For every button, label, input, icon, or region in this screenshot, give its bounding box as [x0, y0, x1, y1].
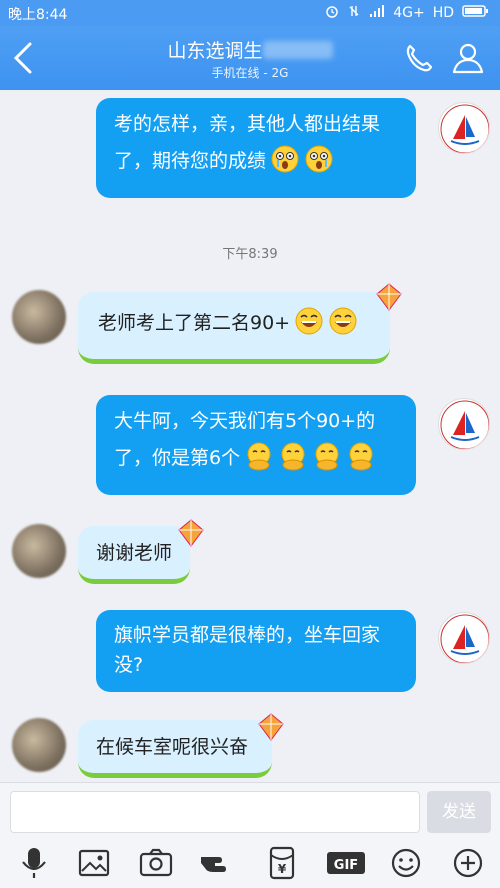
avatar[interactable]: [438, 102, 490, 154]
gif-button[interactable]: GIF: [324, 845, 368, 881]
chevron-left-icon: [13, 42, 32, 74]
message-bubble-outgoing[interactable]: 旗帜学员都是很棒的，坐车回家 没?: [96, 610, 416, 692]
message-text: 老师考上了第二名90+: [98, 312, 291, 334]
composer-toolbar: ¥ GIF: [0, 845, 500, 885]
alarm-icon: [325, 4, 339, 22]
back-button[interactable]: [6, 36, 46, 80]
message-text: 大牛阿，今天我们有5个90+的: [114, 410, 376, 432]
camera-button[interactable]: [136, 845, 176, 881]
message-text: 了，你是第6个: [114, 440, 398, 477]
avatar[interactable]: [12, 290, 66, 344]
message-text: 没?: [114, 654, 144, 676]
message-bubble-outgoing[interactable]: 考的怎样，亲，其他人都出结果 了，期待您的成绩: [96, 98, 416, 198]
red-packet-button[interactable]: ¥: [262, 845, 302, 881]
voice-button[interactable]: [14, 845, 54, 881]
photo-button[interactable]: [74, 845, 114, 881]
pleading-hands-face-icon: [281, 442, 305, 471]
kite-icon: [376, 283, 402, 311]
person-icon: [452, 43, 484, 74]
avatar[interactable]: [438, 612, 490, 664]
plus-circle-icon: [453, 848, 483, 878]
call-button[interactable]: [398, 38, 438, 78]
pleading-hands-face-icon: [247, 442, 271, 471]
qizhi-logo-icon: [440, 400, 489, 449]
blurred-name: [262, 41, 333, 59]
crying-face-icon: [305, 145, 333, 173]
network-label: 4G+: [393, 5, 425, 21]
poke-button[interactable]: [198, 845, 238, 881]
message-bubble-outgoing[interactable]: 大牛阿，今天我们有5个90+的 了，你是第6个: [96, 395, 416, 495]
svg-text:¥: ¥: [278, 862, 287, 876]
chat-subtitle: 手机在线 - 2G: [211, 66, 289, 80]
emoji-button[interactable]: [386, 845, 426, 881]
pleading-hands-face-icon: [349, 442, 373, 471]
message-bubble-incoming[interactable]: 在候车室呢很兴奋: [78, 720, 272, 778]
phone-icon: [406, 44, 433, 72]
camera-icon: [139, 848, 173, 877]
message-text: 考的怎样，亲，其他人都出结果: [114, 113, 381, 135]
gif-icon: GIF: [327, 852, 365, 874]
message-timestamp: 下午8:39: [222, 247, 278, 262]
status-bar: 晚上8:44 4G+ HD: [0, 0, 500, 26]
more-button[interactable]: [448, 845, 488, 881]
chat-title: 山东选调生: [110, 36, 390, 63]
avatar[interactable]: [438, 398, 490, 450]
kite-icon: [258, 713, 284, 741]
message-bubble-incoming[interactable]: 老师考上了第二名90+: [78, 292, 390, 364]
chat-title-text: 山东选调生: [167, 40, 263, 62]
message-text: 谢谢老师: [96, 542, 173, 564]
mute-icon: [347, 4, 361, 22]
message-bubble-incoming[interactable]: 谢谢老师: [78, 526, 190, 584]
message-text: 了，期待您的成绩: [114, 143, 398, 180]
contact-info-button[interactable]: [448, 38, 488, 78]
battery-icon: [462, 4, 490, 22]
avatar[interactable]: [12, 718, 66, 772]
kite-icon: [178, 519, 204, 547]
grinning-face-icon: [295, 307, 323, 335]
qizhi-logo-icon: [440, 104, 489, 153]
qizhi-logo-icon: [440, 614, 489, 663]
message-text: 旗帜学员都是很棒的，坐车回家: [114, 624, 381, 646]
grinning-face-icon: [329, 307, 357, 335]
send-button[interactable]: 发送: [427, 791, 491, 833]
composer: 发送 ¥ GIF: [0, 782, 500, 888]
avatar[interactable]: [12, 524, 66, 578]
status-icons: 4G+ HD: [325, 4, 490, 22]
status-time: 晚上8:44: [8, 7, 68, 23]
svg-text:GIF: GIF: [334, 858, 358, 873]
signal-icon: [369, 4, 385, 22]
pleading-hands-face-icon: [315, 442, 339, 471]
image-icon: [78, 849, 110, 877]
pointing-hand-icon: [201, 857, 226, 872]
message-text: 在候车室呢很兴奋: [96, 736, 249, 758]
microphone-icon: [22, 848, 46, 878]
chat-header: 山东选调生 手机在线 - 2G: [0, 26, 500, 90]
red-packet-icon: ¥: [269, 846, 295, 880]
message-input[interactable]: [10, 791, 420, 833]
crying-face-icon: [271, 145, 299, 173]
smiley-icon: [391, 848, 421, 878]
hd-label: HD: [432, 5, 454, 21]
